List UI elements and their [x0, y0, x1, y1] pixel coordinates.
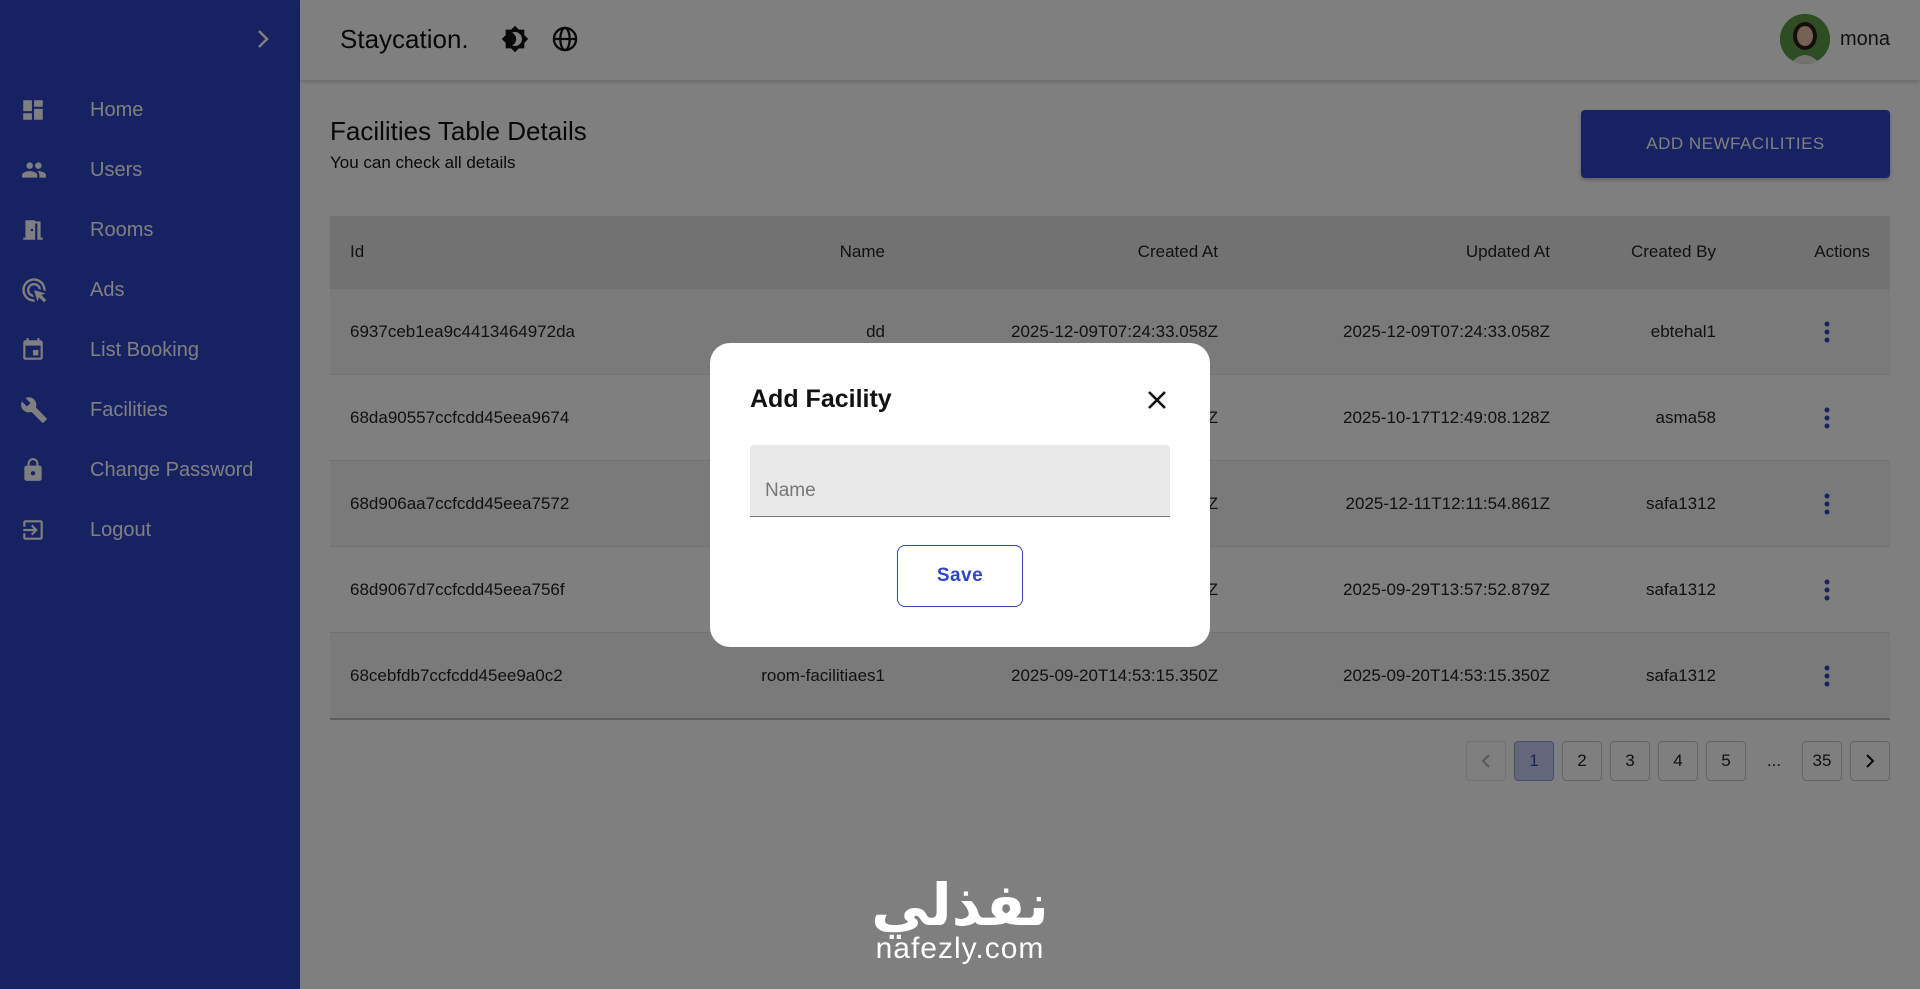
watermark-latin: nafezly.com [875, 932, 1045, 965]
name-input[interactable] [750, 445, 1170, 516]
watermark: نفذلي nafezly.com [850, 876, 1070, 964]
close-icon[interactable] [1144, 387, 1170, 413]
watermark-arabic: نفذلي [871, 871, 1049, 939]
dialog-title: Add Facility [750, 385, 892, 413]
save-button[interactable]: Save [897, 545, 1023, 607]
name-field [750, 445, 1170, 517]
add-facility-dialog: Add Facility Save [710, 343, 1210, 647]
